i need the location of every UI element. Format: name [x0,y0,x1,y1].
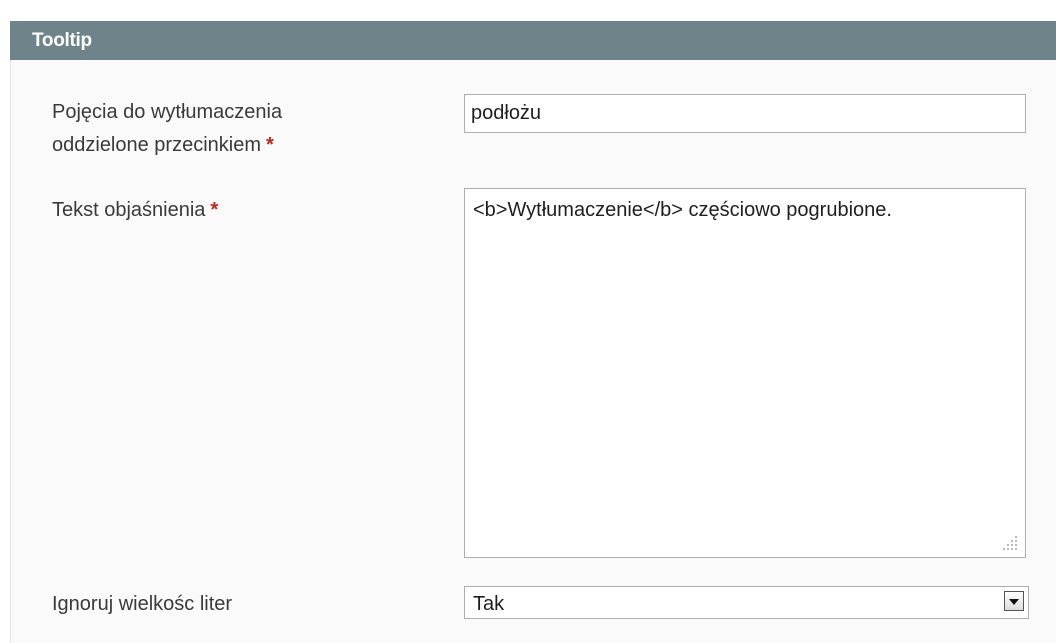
terms-label-line2: oddzielone przecinkiem [52,134,262,156]
case-label-text: Ignoruj wielkośc liter [52,593,233,615]
explanation-label: Tekst objaśnienia * [52,194,218,227]
terms-label: Pojęcia do wytłumaczenia oddzielone prze… [52,96,282,162]
section-header: Tooltip [10,21,1056,60]
explanation-label-text: Tekst objaśnienia [52,199,206,221]
explanation-textarea[interactable]: <b>Wytłumaczenie</b> częściowo pogrubion… [464,188,1026,558]
case-label: Ignoruj wielkośc liter [52,588,232,621]
terms-input[interactable] [464,94,1026,133]
section-title: Tooltip [32,30,92,51]
required-marker: * [266,134,274,156]
case-select-value: Tak [473,593,505,615]
tooltip-panel: Tooltip Pojęcia do wytłumaczenia oddziel… [0,0,1056,643]
case-select[interactable]: Tak [464,586,1029,619]
resize-grip-icon[interactable] [1002,534,1020,552]
terms-label-line1: Pojęcia do wytłumaczenia [52,101,283,123]
required-marker: * [210,199,219,221]
chevron-down-icon[interactable] [1004,591,1024,611]
